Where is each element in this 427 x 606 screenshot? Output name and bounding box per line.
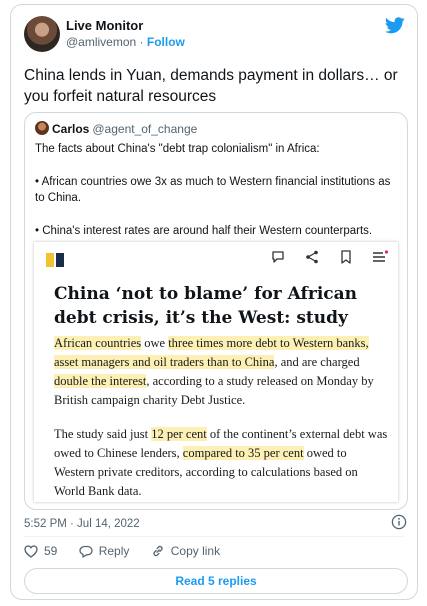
article-screenshot: China ‘not to blame’ for African debt cr… — [34, 242, 398, 502]
quoted-author-name: Carlos — [52, 122, 90, 136]
article-paragraph-1: African countries owe three times more d… — [54, 334, 389, 410]
text-run: , and are charged — [274, 355, 360, 369]
author-handle[interactable]: @amlivemon — [66, 35, 136, 49]
article-paragraph-2: The study said just 12 per cent of the c… — [54, 425, 389, 501]
share-icon — [305, 250, 319, 269]
divider — [24, 536, 404, 537]
highlighted-text: double the interest — [54, 374, 147, 388]
like-count: 59 — [44, 544, 58, 558]
author-handle-line: @amlivemon · Follow — [66, 34, 185, 50]
highlighted-text: 12 per cent — [151, 427, 207, 441]
separator: · — [136, 35, 147, 49]
article-headline: China ‘not to blame’ for African debt cr… — [54, 284, 358, 328]
tweet-actions: 59 Reply Copy link — [24, 544, 238, 558]
heart-icon — [24, 545, 38, 558]
reply-label: Reply — [98, 544, 130, 558]
text-run: owe — [141, 336, 169, 350]
author-name[interactable]: Live Monitor — [66, 18, 185, 34]
quoted-author-handle: @agent_of_change — [92, 122, 198, 136]
quoted-author-avatar — [35, 121, 49, 135]
twitter-bird-icon[interactable] — [385, 17, 405, 34]
highlighted-text: African countries — [54, 336, 142, 350]
copy-link-button[interactable]: Copy link — [151, 544, 220, 558]
copy-link-label: Copy link — [170, 544, 221, 558]
embedded-tweet-card: Live Monitor @amlivemon · Follow China l… — [10, 4, 418, 600]
comment-icon — [271, 250, 285, 269]
author-avatar[interactable] — [24, 16, 60, 52]
article-toolbar — [255, 250, 389, 269]
tweet-text: China lends in Yuan, demands payment in … — [24, 67, 398, 105]
author-block: Live Monitor @amlivemon · Follow — [66, 18, 185, 50]
highlighted-text: compared to 35 per cent — [182, 446, 304, 460]
follow-button[interactable]: Follow — [147, 35, 185, 49]
publisher-logo — [46, 253, 66, 267]
link-icon — [153, 545, 163, 557]
quoted-paragraph: The facts about China's "debt trap colon… — [35, 143, 320, 155]
bookmark-icon — [340, 250, 352, 269]
menu-icon — [372, 250, 389, 269]
text-run: The study said just — [54, 427, 152, 441]
like-button[interactable]: 59 — [24, 544, 57, 558]
quoted-paragraph: • China's interest rates are around half… — [35, 225, 373, 237]
reply-button[interactable]: Reply — [79, 544, 130, 558]
quoted-author-line: Carlos @agent_of_change — [35, 121, 197, 137]
info-icon[interactable] — [391, 514, 407, 530]
speech-bubble-icon — [79, 545, 93, 558]
tweet-timestamp[interactable]: 5:52 PM · Jul 14, 2022 — [24, 518, 140, 530]
quoted-paragraph: • African countries owe 3x as much to We… — [35, 176, 391, 204]
quoted-tweet[interactable]: Carlos @agent_of_change The facts about C… — [24, 112, 408, 510]
read-replies-button[interactable]: Read 5 replies — [24, 568, 408, 594]
quoted-tweet-text: The facts about China's "debt trap colon… — [35, 141, 400, 256]
